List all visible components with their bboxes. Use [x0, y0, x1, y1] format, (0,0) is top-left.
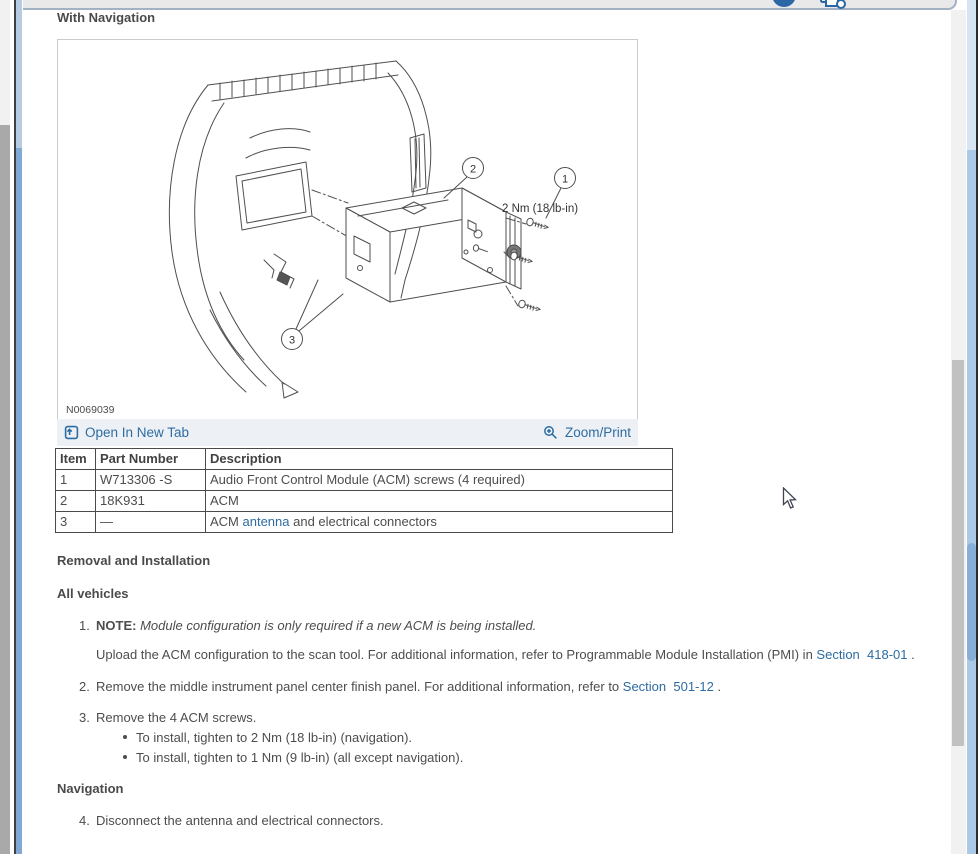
page-title: With Navigation [57, 10, 155, 25]
callout-1: 1 [562, 174, 568, 186]
step-text: . [714, 679, 721, 694]
navigation-heading: Navigation [57, 781, 919, 796]
step-3: 3. Remove the 4 ACM screws. [57, 710, 919, 725]
zoom-print-link[interactable]: Zoom/Print [543, 425, 631, 441]
step-4: 4. Disconnect the antenna and electrical… [57, 813, 919, 828]
table-header-row: Item Part Number Description [56, 449, 673, 470]
outer-scrollbar-track [967, 0, 976, 150]
cell-part-number: — [96, 512, 206, 533]
content-scrollbar-thumb[interactable] [952, 360, 964, 746]
left-panel-edge [0, 0, 10, 125]
table-row: 1 W713306 -S Audio Front Control Module … [56, 470, 673, 491]
outer-scrollbar[interactable] [967, 150, 976, 854]
cell-description: Audio Front Control Module (ACM) screws … [206, 470, 673, 491]
section-418-01-link[interactable]: Section 418-01 [816, 647, 907, 662]
step-text: Upload the ACM configuration to the scan… [96, 647, 816, 662]
left-blue-scrollbar-track [16, 0, 22, 148]
section-501-12-link[interactable]: Section 501-12 [623, 679, 714, 694]
note-text: Module configuration is only required if… [136, 618, 536, 633]
step-3-bullet-1: To install, tighten to 2 Nm (18 lb-in) (… [57, 730, 919, 745]
bullet-text: To install, tighten to 1 Nm (9 lb-in) (a… [136, 750, 463, 765]
zoom-print-label: Zoom/Print [565, 425, 631, 440]
step-text: . [908, 647, 915, 662]
step-1: 1. NOTE: Module configuration is only re… [57, 618, 919, 633]
note-label: NOTE: [96, 618, 136, 633]
service-manual-page: With Navigation [0, 0, 978, 854]
step-number: 3. [79, 710, 93, 725]
torque-label: 2 Nm (18 lb-in) [502, 203, 578, 215]
removal-installation-heading: Removal and Installation [57, 553, 919, 568]
all-vehicles-heading: All vehicles [57, 586, 919, 601]
col-header-item: Item [56, 449, 96, 470]
step-2: 2. Remove the middle instrument panel ce… [57, 679, 919, 694]
cell-item: 2 [56, 491, 96, 512]
left-panel-scroll-edge[interactable] [0, 125, 10, 854]
open-in-new-tab-label: Open In New Tab [85, 425, 189, 440]
procedure-section: Removal and Installation All vehicles 1.… [57, 553, 919, 828]
step-1-paragraph: Upload the ACM configuration to the scan… [57, 644, 919, 665]
step-number: 1. [79, 618, 93, 633]
step-text: Remove the 4 ACM screws. [96, 710, 256, 725]
bullet-icon [123, 735, 127, 739]
antenna-link[interactable]: antenna [243, 514, 290, 529]
toolbar [23, 0, 957, 10]
callout-2: 2 [470, 164, 476, 176]
acm-exploded-view-diagram: 2 1 3 2 Nm (18 lb-in) N0069039 [58, 40, 637, 419]
figure-frame: 2 1 3 2 Nm (18 lb-in) N0069039 [57, 39, 638, 420]
table-row: 2 18K931 ACM [56, 491, 673, 512]
cell-description: ACM [206, 491, 673, 512]
description-text: and electrical connectors [290, 514, 437, 529]
step-3-bullet-2: To install, tighten to 1 Nm (9 lb-in) (a… [57, 750, 919, 765]
figure-id-label: N0069039 [66, 404, 115, 416]
figure-toolbar: Open In New Tab Zoom/Print [57, 419, 638, 446]
bullet-text: To install, tighten to 2 Nm (18 lb-in) (… [136, 730, 412, 745]
description-text: ACM [210, 514, 243, 529]
open-in-new-tab-link[interactable]: Open In New Tab [64, 425, 189, 440]
left-blue-scrollbar[interactable] [16, 148, 22, 854]
step-text: Disconnect the antenna and electrical co… [96, 813, 384, 828]
step-number: 4. [79, 813, 93, 828]
cell-description: ACM antenna and electrical connectors [206, 512, 673, 533]
col-header-part-number: Part Number [96, 449, 206, 470]
step-number: 2. [79, 679, 93, 694]
step-text: Remove the middle instrument panel cente… [96, 679, 623, 694]
cell-item: 3 [56, 512, 96, 533]
cell-part-number: W713306 -S [96, 470, 206, 491]
cell-part-number: 18K931 [96, 491, 206, 512]
callout-3: 3 [289, 335, 295, 347]
mouse-cursor [782, 487, 802, 510]
col-header-description: Description [206, 449, 673, 470]
open-in-new-tab-icon [64, 425, 79, 440]
parts-table: Item Part Number Description 1 W713306 -… [55, 448, 673, 533]
bullet-icon [123, 755, 127, 759]
outer-scrollbar-thumb[interactable] [967, 543, 976, 661]
cell-item: 1 [56, 470, 96, 491]
table-row: 3 — ACM antenna and electrical connector… [56, 512, 673, 533]
print-icon[interactable] [818, 0, 848, 11]
zoom-print-icon [543, 425, 559, 441]
